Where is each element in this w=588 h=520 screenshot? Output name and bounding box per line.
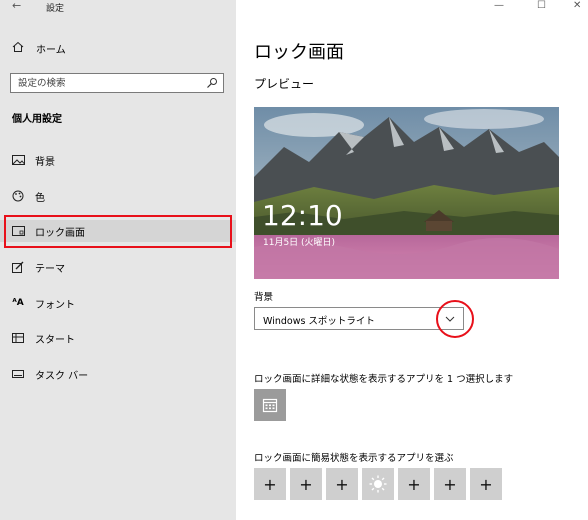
sidebar-item-background[interactable]: 背景 — [0, 149, 236, 171]
quick-status-tiles: + + + + + + — [254, 468, 502, 500]
sidebar-item-theme[interactable]: テーマ — [0, 256, 236, 278]
add-app-tile[interactable]: + — [470, 468, 502, 500]
background-dropdown-value: Windows スポットライト — [263, 316, 375, 327]
preview-clock: 12:10 — [262, 199, 343, 232]
sidebar-item-fonts[interactable]: ᴬA フォント — [0, 292, 236, 314]
background-label: 背景 — [254, 292, 274, 303]
sidebar-item-label: 背景 — [35, 156, 55, 168]
sidebar-item-taskbar[interactable]: タスク バー — [0, 363, 236, 385]
palette-icon — [11, 190, 25, 202]
title-bar: ← 設定 — [0, 0, 236, 16]
sidebar-item-label: スタート — [35, 334, 75, 346]
maximize-button[interactable]: ☐ — [537, 0, 546, 11]
minimize-button[interactable]: — — [494, 0, 504, 11]
lock-screen-preview: 12:10 11月5日 (火曜日) — [254, 107, 559, 279]
home-link[interactable]: ホーム — [12, 40, 66, 56]
add-app-tile[interactable]: + — [254, 468, 286, 500]
weather-app-tile[interactable] — [362, 468, 394, 500]
search-input[interactable] — [11, 74, 201, 92]
sidebar-item-label: フォント — [35, 299, 75, 311]
home-icon — [12, 41, 26, 56]
add-app-tile[interactable]: + — [326, 468, 358, 500]
start-icon — [11, 332, 25, 344]
selection-highlight — [4, 215, 232, 248]
search-icon[interactable] — [206, 77, 218, 89]
sidebar-item-label: 色 — [35, 192, 45, 204]
weather-sun-icon — [369, 475, 387, 493]
add-app-tile[interactable]: + — [290, 468, 322, 500]
close-button[interactable]: ✕ — [573, 0, 581, 11]
search-box[interactable] — [10, 73, 224, 93]
mountain-landscape-image — [254, 107, 559, 279]
page-title: ロック画面 — [254, 42, 344, 63]
font-icon: ᴬA — [12, 298, 24, 308]
theme-brush-icon — [11, 261, 25, 273]
sidebar-item-label: テーマ — [35, 263, 65, 275]
add-app-tile[interactable]: + — [434, 468, 466, 500]
sidebar-item-label: タスク バー — [35, 370, 89, 382]
sidebar-item-color[interactable]: 色 — [0, 185, 236, 207]
background-dropdown[interactable]: Windows スポットライト — [254, 307, 464, 330]
home-label: ホーム — [36, 44, 66, 56]
detail-app-tile[interactable] — [254, 389, 286, 421]
sidebar-item-start[interactable]: スタート — [0, 327, 236, 349]
app-title: 設定 — [46, 4, 65, 14]
taskbar-icon — [11, 368, 25, 380]
back-arrow-icon[interactable]: ← — [12, 0, 21, 12]
quick-status-label: ロック画面に簡易状態を表示するアプリを選ぶ — [254, 453, 454, 464]
preview-date: 11月5日 (火曜日) — [263, 238, 336, 248]
chevron-highlight-circle — [436, 300, 474, 338]
picture-icon — [11, 154, 25, 166]
add-app-tile[interactable]: + — [398, 468, 430, 500]
calendar-icon — [262, 398, 278, 413]
sidebar: ← 設定 ホーム 個人用設定 背景 色 ロック画面 — [0, 0, 236, 520]
detail-status-label: ロック画面に詳細な状態を表示するアプリを 1 つ選択します — [254, 374, 514, 385]
section-title: 個人用設定 — [12, 114, 62, 125]
preview-title: プレビュー — [254, 77, 315, 91]
